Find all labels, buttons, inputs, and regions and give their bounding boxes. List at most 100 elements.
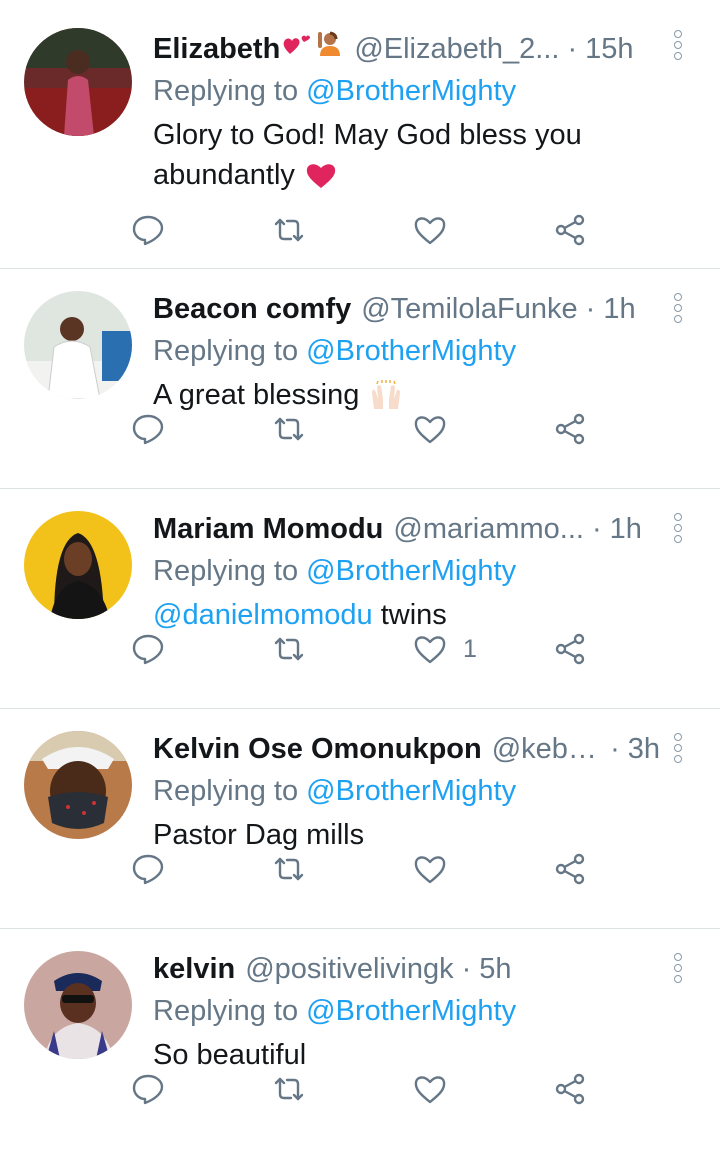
- timestamp[interactable]: 15h: [585, 31, 633, 67]
- user-handle[interactable]: @mariammo...: [393, 511, 584, 547]
- retweet-button[interactable]: [272, 1069, 306, 1109]
- like-button[interactable]: [413, 849, 463, 889]
- more-options-icon[interactable]: [674, 30, 684, 60]
- reply-text: Glory to God! May God bless you abundant…: [153, 115, 660, 196]
- reply-item[interactable]: Kelvin Ose Omonukpon @kebio1 · 3h Replyi…: [0, 709, 720, 929]
- reply-text-line-2-words: abundantly: [153, 159, 295, 191]
- separator-dot: ·: [585, 293, 596, 325]
- reply-button[interactable]: [131, 210, 165, 250]
- like-button[interactable]: [413, 210, 463, 250]
- person-raising-hand-emoji-icon: [314, 28, 344, 67]
- display-name[interactable]: Beacon comfy: [153, 291, 351, 327]
- timestamp[interactable]: 3h: [628, 731, 660, 767]
- reply-button[interactable]: [131, 1069, 165, 1109]
- replying-to: Replying to @BrotherMighty: [153, 771, 660, 811]
- user-handle[interactable]: @positivelivingk: [245, 951, 453, 987]
- share-button[interactable]: [553, 409, 587, 449]
- retweet-icon: [272, 213, 306, 247]
- reply-text-words: A great blessing: [153, 379, 360, 411]
- speech-bubble-icon: [131, 632, 165, 666]
- replying-to-mention[interactable]: @BrotherMighty: [306, 555, 516, 587]
- separator-dot: ·: [567, 33, 578, 65]
- avatar[interactable]: [24, 291, 132, 399]
- reply-item[interactable]: Mariam Momodu @mariammo... · 1h Replying…: [0, 489, 720, 709]
- share-button[interactable]: [553, 1069, 587, 1109]
- reply-button[interactable]: [131, 409, 165, 449]
- timestamp[interactable]: 1h: [603, 291, 635, 327]
- action-bar: [129, 210, 720, 250]
- more-options-icon[interactable]: [674, 953, 684, 983]
- replying-to: Replying to @BrotherMighty: [153, 71, 660, 111]
- replying-to: Replying to @BrotherMighty: [153, 331, 660, 371]
- text-mention[interactable]: @danielmomodu: [153, 599, 373, 631]
- separator-dot: ·: [461, 953, 472, 985]
- separator-dot: ·: [610, 733, 620, 765]
- reply-header: Beacon comfy @TemilolaFunke · 1h: [153, 291, 660, 327]
- more-options-icon[interactable]: [674, 293, 684, 323]
- replying-prefix: Replying to: [153, 775, 307, 807]
- reply-button[interactable]: [131, 849, 165, 889]
- replying-prefix: Replying to: [153, 75, 307, 107]
- avatar[interactable]: [24, 28, 132, 136]
- avatar[interactable]: [24, 731, 132, 839]
- display-name[interactable]: Elizabeth: [153, 31, 280, 67]
- reply-item[interactable]: Elizabeth @Elizabeth_2... · 15h Replying…: [0, 0, 720, 269]
- reply-text-words: twins: [372, 599, 447, 631]
- display-name[interactable]: Mariam Momodu: [153, 511, 383, 547]
- user-handle[interactable]: @Elizabeth_2...: [354, 31, 559, 67]
- more-options-icon[interactable]: [674, 733, 684, 763]
- replying-to: Replying to @BrotherMighty: [153, 991, 660, 1031]
- share-icon: [553, 213, 587, 247]
- retweet-icon: [272, 412, 306, 446]
- display-name[interactable]: Kelvin Ose Omonukpon: [153, 731, 482, 767]
- heart-outline-icon: [413, 1072, 447, 1106]
- reply-header: Elizabeth @Elizabeth_2... · 15h: [153, 28, 660, 67]
- replying-to: Replying to @BrotherMighty: [153, 551, 660, 591]
- heart-outline-icon: [413, 412, 447, 446]
- share-icon: [553, 632, 587, 666]
- retweet-button[interactable]: [272, 849, 306, 889]
- action-bar: [129, 849, 720, 889]
- retweet-icon: [272, 1072, 306, 1106]
- replying-to-mention[interactable]: @BrotherMighty: [306, 335, 516, 367]
- reply-header: Mariam Momodu @mariammo... · 1h: [153, 511, 660, 547]
- action-bar: 1: [129, 629, 720, 669]
- replying-to-mention[interactable]: @BrotherMighty: [306, 75, 516, 107]
- share-button[interactable]: [553, 629, 587, 669]
- speech-bubble-icon: [131, 1072, 165, 1106]
- user-handle[interactable]: @TemilolaFunke: [361, 291, 577, 327]
- separator-dot: ·: [591, 513, 602, 545]
- retweet-button[interactable]: [272, 210, 306, 250]
- share-icon: [553, 852, 587, 886]
- timestamp[interactable]: 1h: [610, 511, 642, 547]
- share-icon: [553, 1072, 587, 1106]
- speech-bubble-icon: [131, 213, 165, 247]
- share-button[interactable]: [553, 849, 587, 889]
- reply-item[interactable]: kelvin @positivelivingk · 5h Replying to…: [0, 929, 720, 1153]
- replying-to-mention[interactable]: @BrotherMighty: [306, 775, 516, 807]
- avatar[interactable]: [24, 951, 132, 1059]
- speech-bubble-icon: [131, 852, 165, 886]
- reply-item[interactable]: Beacon comfy @TemilolaFunke · 1h Replyin…: [0, 269, 720, 489]
- share-button[interactable]: [553, 210, 587, 250]
- reply-text-line: Glory to God! May God bless you: [153, 119, 582, 151]
- avatar[interactable]: [24, 511, 132, 619]
- replying-prefix: Replying to: [153, 995, 307, 1027]
- reply-button[interactable]: [131, 629, 165, 669]
- display-name[interactable]: kelvin: [153, 951, 235, 987]
- timestamp[interactable]: 5h: [479, 951, 511, 987]
- like-button[interactable]: [413, 1069, 463, 1109]
- more-options-icon[interactable]: [674, 513, 684, 543]
- user-handle[interactable]: @kebio1: [492, 731, 602, 767]
- replying-to-mention[interactable]: @BrotherMighty: [306, 995, 516, 1027]
- retweet-icon: [272, 852, 306, 886]
- like-button[interactable]: [413, 409, 463, 449]
- reply-header: Kelvin Ose Omonukpon @kebio1 · 3h: [153, 731, 660, 767]
- retweet-button[interactable]: [272, 409, 306, 449]
- speech-bubble-icon: [131, 412, 165, 446]
- like-count: 1: [463, 634, 477, 663]
- heart-outline-icon: [413, 852, 447, 886]
- like-button[interactable]: 1: [413, 629, 477, 669]
- reply-thread: Elizabeth @Elizabeth_2... · 15h Replying…: [0, 0, 720, 1153]
- retweet-button[interactable]: [272, 629, 306, 669]
